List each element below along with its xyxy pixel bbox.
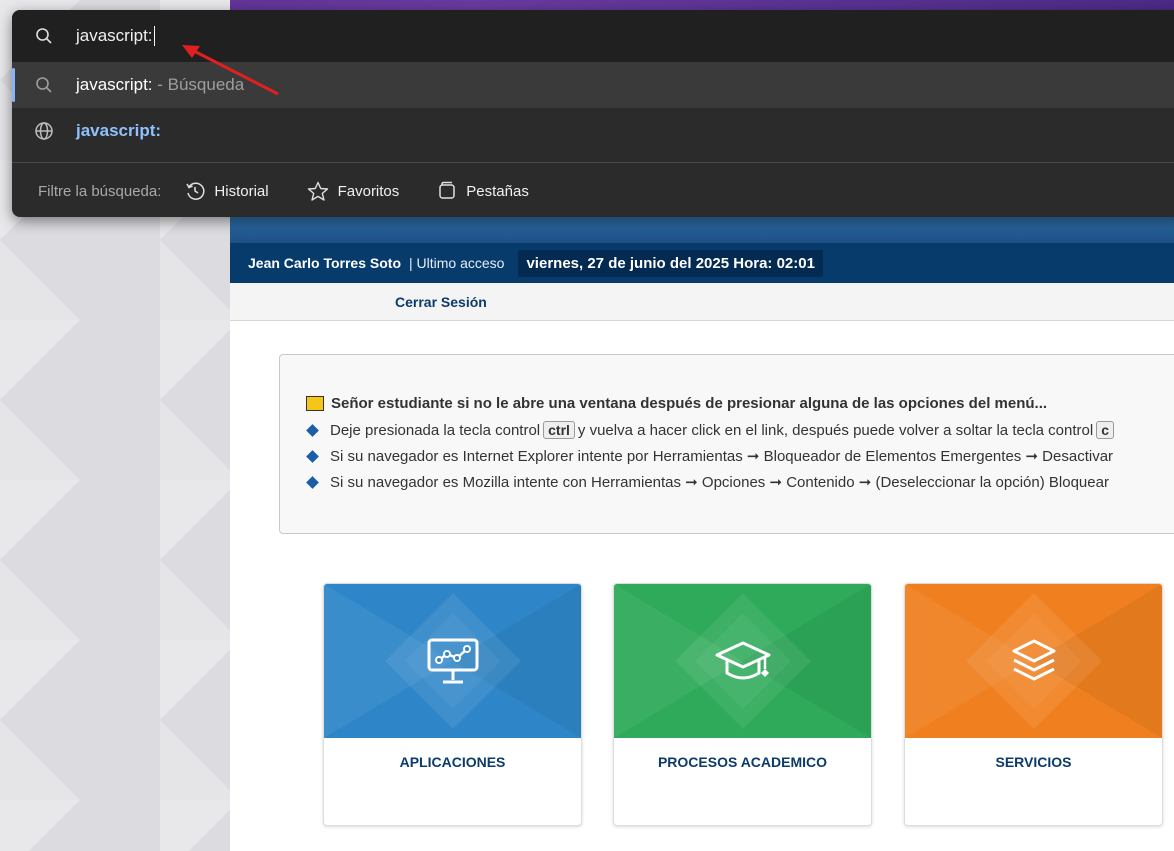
diamond-bullet-icon — [306, 423, 319, 437]
ctrl-key-badge-2: c — [1096, 421, 1114, 439]
card-label: SERVICIOS — [995, 754, 1072, 770]
red-arrow-annotation — [182, 45, 279, 96]
filter-label: Filtre la búsqueda: — [38, 182, 162, 200]
filter-history[interactable]: Historial — [185, 181, 269, 201]
tabs-icon — [439, 181, 456, 199]
star-icon — [307, 181, 328, 201]
user-name: Jean Carlo Torres Soto — [248, 255, 402, 271]
notice-item: Deje presionada la tecla control ctrl y … — [306, 421, 1117, 439]
logout-link[interactable]: Cerrar Sesión — [395, 294, 487, 310]
globe-icon — [12, 121, 76, 141]
suggestion-url-text: javascript: — [76, 121, 162, 140]
notice-text: Si su navegador es Mozilla intente con H… — [330, 474, 1109, 491]
user-bar: Jean Carlo Torres Soto | Ultimo acceso v… — [230, 243, 1174, 283]
graduation-cap-icon — [715, 641, 770, 680]
diamond-bullet-icon — [306, 449, 319, 463]
card-servicios[interactable]: SERVICIOS — [904, 583, 1163, 826]
card-procesos-academico[interactable]: PROCESOS ACADEMICO — [613, 583, 872, 826]
filter-tabs-label: Pestañas — [466, 182, 529, 200]
layers-icon — [1012, 639, 1055, 681]
notice-title: Señor estudiante si no le abre una venta… — [306, 395, 1047, 412]
notice-title-text: Señor estudiante si no le abre una venta… — [331, 395, 1048, 412]
notice-text: Si su navegador es Internet Explorer int… — [330, 448, 1114, 465]
header-banner — [230, 217, 1174, 243]
card-banner — [905, 584, 1162, 738]
notice-item: Si su navegador es Internet Explorer int… — [306, 447, 1113, 465]
card-label: PROCESOS ACADEMICO — [657, 754, 828, 770]
logout-bar: Cerrar Sesión — [230, 283, 1174, 321]
address-input[interactable]: javascript: — [76, 26, 153, 46]
warning-icon — [306, 396, 324, 411]
search-icon — [12, 76, 76, 94]
search-icon — [12, 27, 76, 45]
card-label: APLICACIONES — [399, 754, 506, 770]
last-access-date: viernes, 27 de junio del 2025 Hora: 02:0… — [518, 249, 823, 277]
portal-page: Jean Carlo Torres Soto | Ultimo acceso v… — [230, 217, 1174, 851]
popup-notice: Señor estudiante si no le abre una venta… — [279, 354, 1174, 534]
diamond-bullet-icon — [306, 475, 319, 489]
card-banner — [324, 584, 581, 738]
notice-text: y vuelva a hacer click en el link, despu… — [577, 421, 1094, 439]
suggestion-url[interactable]: javascript: — [12, 108, 1174, 154]
notice-item: Si su navegador es Mozilla intente con H… — [306, 473, 1109, 491]
search-filter-bar: Filtre la búsqueda: Historial Favoritos … — [12, 163, 1174, 217]
history-icon — [186, 182, 205, 200]
suggestion-main: javascript: — [76, 75, 153, 94]
text-caret — [153, 26, 155, 46]
filter-favorites-label: Favoritos — [337, 182, 400, 200]
card-banner — [614, 584, 871, 738]
card-aplicaciones[interactable]: APLICACIONES — [323, 583, 582, 826]
ctrl-key-badge: ctrl — [543, 421, 575, 439]
filter-tabs[interactable]: Pestañas — [437, 181, 529, 201]
filter-history-label: Historial — [214, 182, 269, 200]
filter-favorites[interactable]: Favoritos — [307, 181, 400, 201]
last-access-label: | Ultimo acceso — [409, 255, 505, 271]
monitor-chart-icon — [427, 638, 478, 684]
notice-text: Deje presionada la tecla control — [330, 421, 541, 439]
